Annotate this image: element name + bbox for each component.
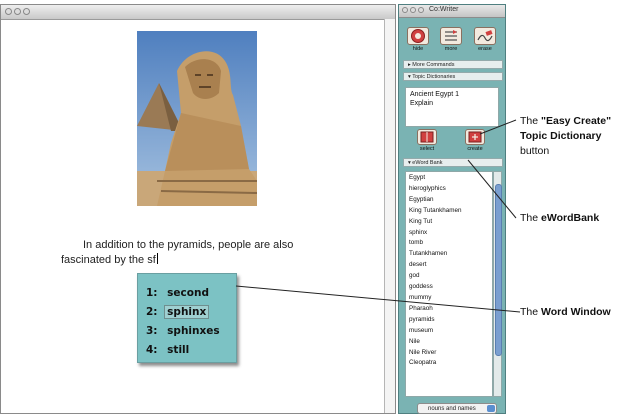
word-window-annotation: The Word Window — [520, 306, 611, 319]
easy-create-annotation: The "Easy Create" — [520, 115, 611, 128]
button-annotation: button — [520, 145, 550, 157]
eword-bank-pointer — [467, 159, 517, 219]
annotation-bold: Word Window — [541, 306, 611, 318]
annotation-bold: eWordBank — [541, 212, 600, 224]
word-window-pointer — [235, 285, 521, 313]
topic-dictionary-annotation: Topic Dictionary — [520, 130, 602, 142]
easy-create-pointer — [479, 119, 517, 135]
eword-bank-annotation: The eWordBank — [520, 212, 599, 225]
callout-lines — [235, 119, 521, 313]
annotation-bold: "Easy Create" — [541, 115, 612, 127]
annotation-prefix: The — [520, 306, 542, 318]
annotation-prefix: The — [520, 212, 542, 224]
annotation-prefix: The — [520, 115, 542, 127]
